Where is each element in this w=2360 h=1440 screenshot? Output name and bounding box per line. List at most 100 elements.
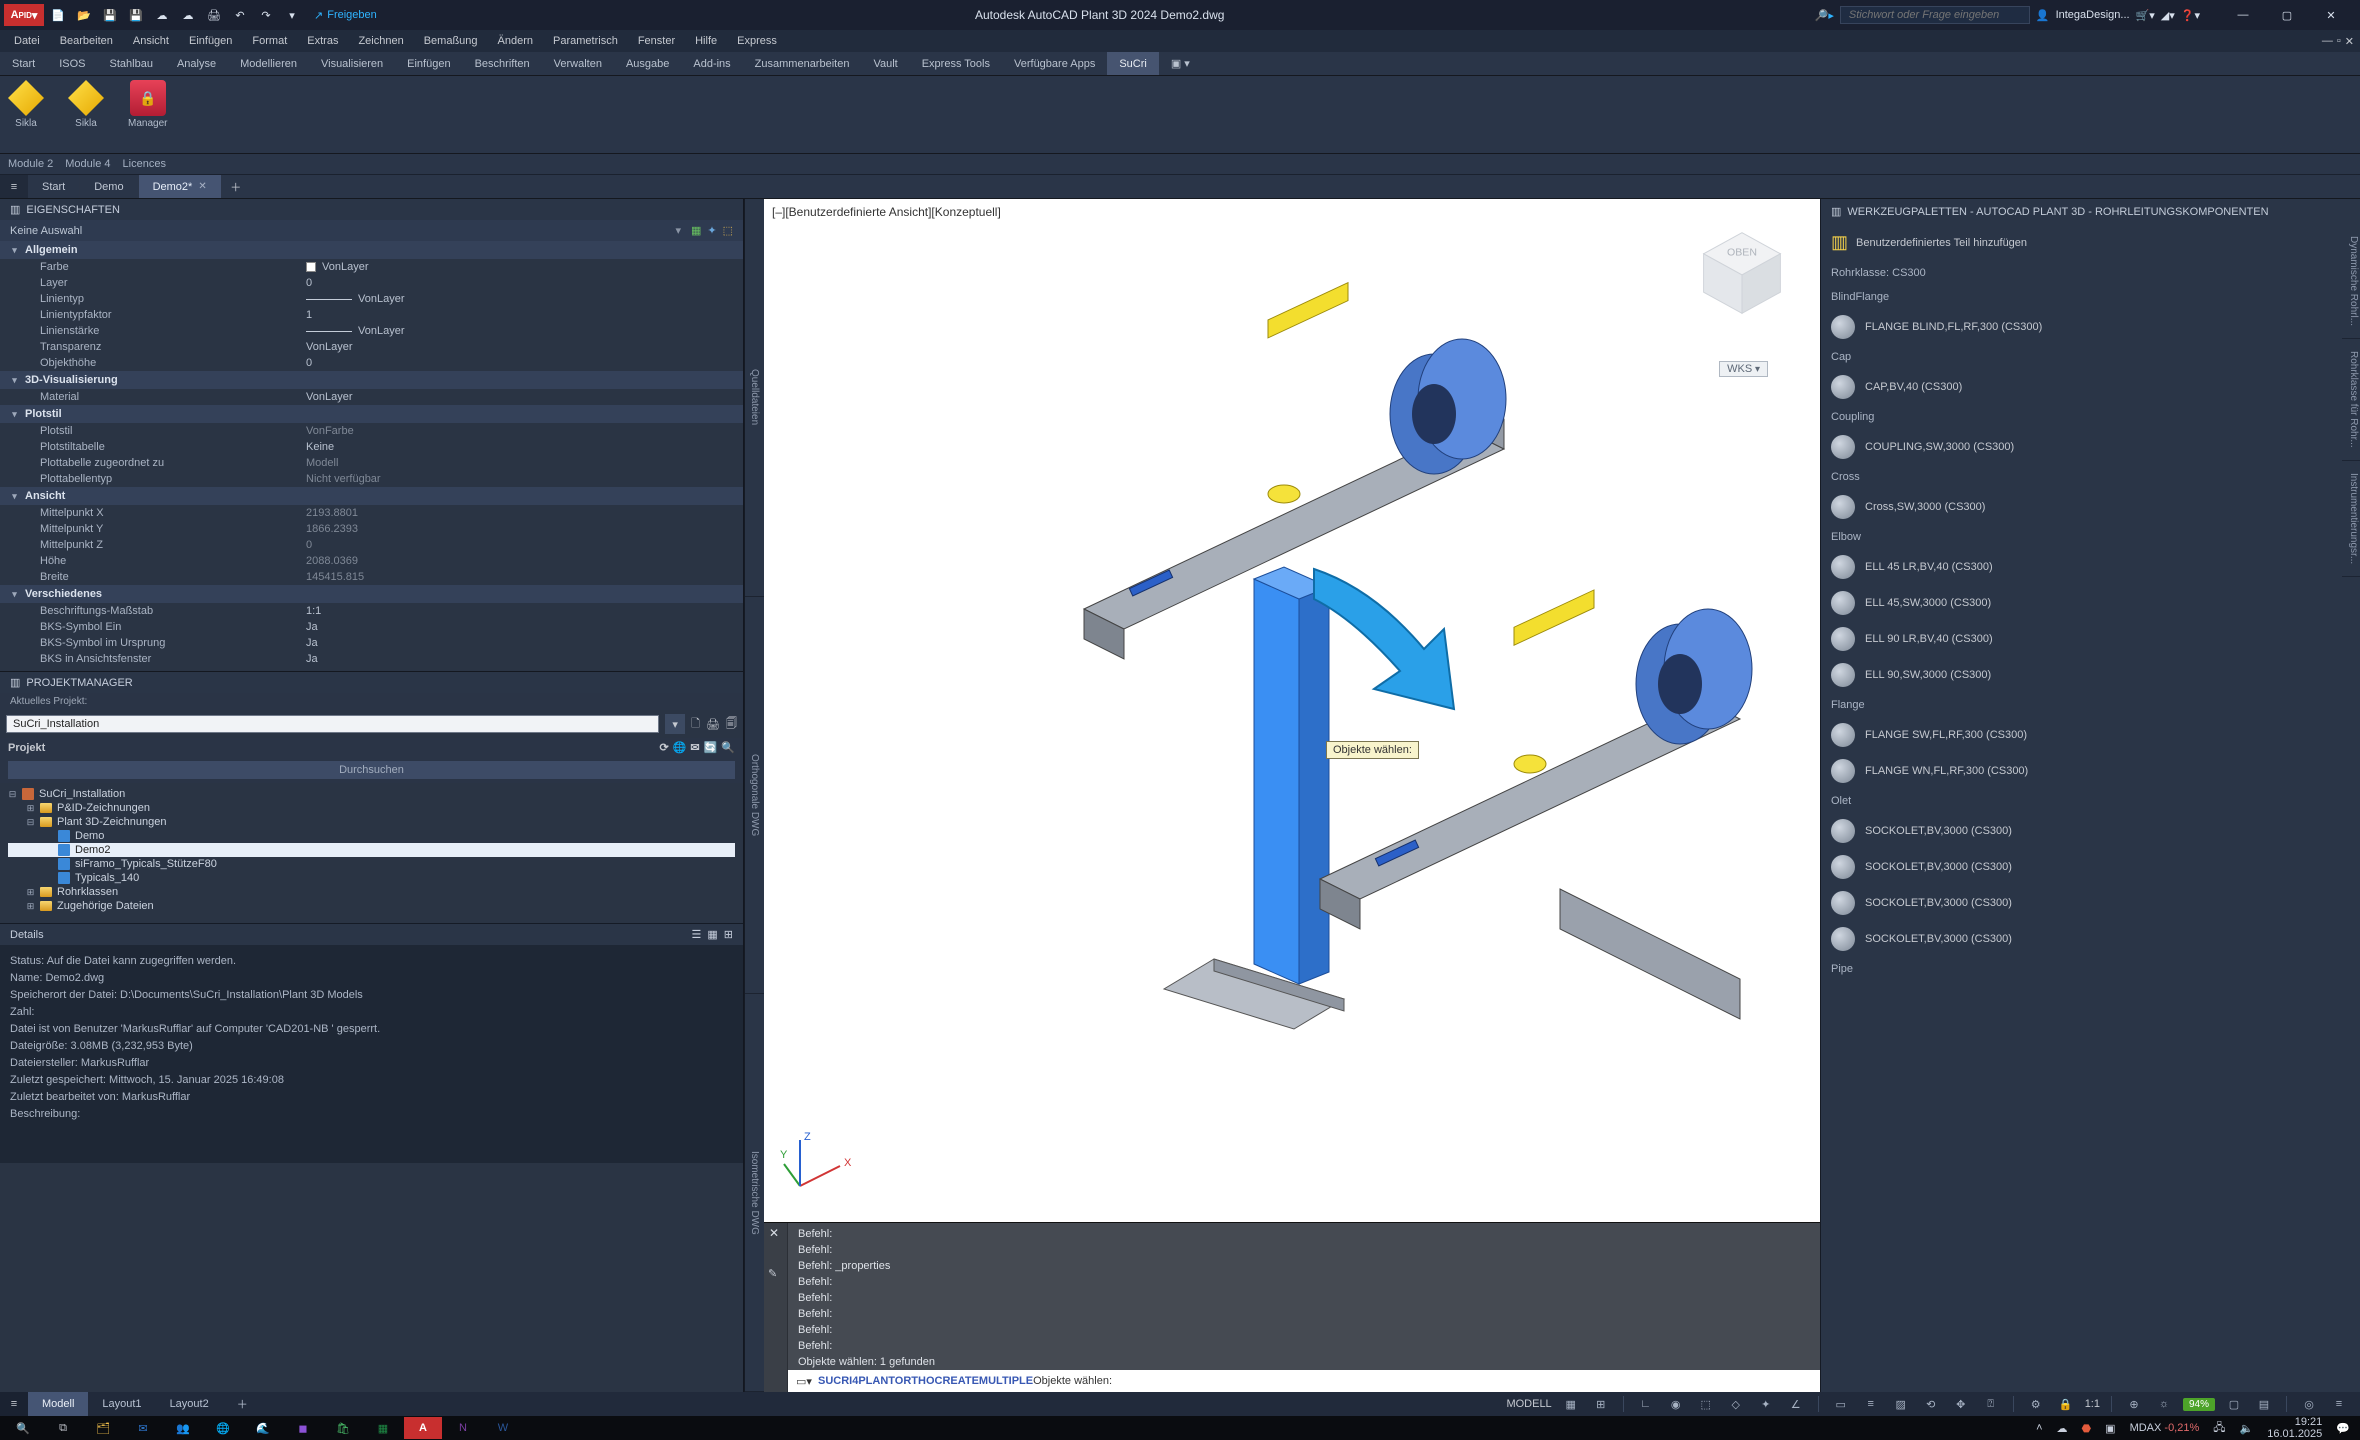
hardware-icon[interactable]: ☼: [2153, 1394, 2175, 1414]
minimize-button[interactable]: —: [2222, 1, 2264, 29]
cloud-open-icon[interactable]: ☁: [150, 4, 174, 26]
file-tab-demo[interactable]: Demo: [80, 175, 138, 198]
module-2[interactable]: Module 2: [8, 158, 53, 170]
ortho-icon[interactable]: ∟: [1635, 1394, 1657, 1414]
menu-fenster[interactable]: Fenster: [628, 32, 685, 50]
prop-value[interactable]: VonLayer: [300, 293, 743, 305]
ribbon-item-manager[interactable]: 🔒 Manager: [128, 80, 167, 149]
pm-refresh-icon[interactable]: ⟳: [659, 741, 668, 754]
cloud-save-icon[interactable]: ☁: [176, 4, 200, 26]
pick-icon[interactable]: ⬚: [723, 224, 733, 237]
new-file-tab[interactable]: ＋: [222, 175, 250, 198]
prop-category[interactable]: ▾Ansicht: [0, 487, 743, 505]
prop-value[interactable]: Nicht verfügbar: [300, 473, 743, 485]
tray-clock[interactable]: 19:21 16.01.2025: [2267, 1416, 2322, 1440]
osnap-icon[interactable]: ◇: [1725, 1394, 1747, 1414]
ribbon-tab-ausgabe[interactable]: Ausgabe: [614, 52, 681, 75]
prop-value[interactable]: VonLayer: [300, 261, 743, 273]
add-user-part[interactable]: ▥ Benutzerdefiniertes Teil hinzufügen: [1821, 224, 2340, 261]
details-grid-icon[interactable]: ⊞: [724, 928, 733, 941]
taskbar-store-icon[interactable]: 🛍: [324, 1417, 362, 1439]
annotation-icon[interactable]: ⍰: [1980, 1394, 2002, 1414]
prop-value[interactable]: 2193.8801: [300, 507, 743, 519]
viewcube-icon[interactable]: OBEN: [1694, 225, 1790, 321]
prop-value[interactable]: 145415.815: [300, 571, 743, 583]
customize-icon[interactable]: ▤: [2253, 1394, 2275, 1414]
menu-aendern[interactable]: Ändern: [488, 32, 543, 50]
ribbon-tab-verwalten[interactable]: Verwalten: [542, 52, 614, 75]
taskbar-word-icon[interactable]: W: [484, 1417, 522, 1439]
prop-row[interactable]: Mittelpunkt Z0: [0, 537, 743, 553]
prop-value[interactable]: Ja: [300, 637, 743, 649]
menu-extras[interactable]: Extras: [297, 32, 348, 50]
palette-tab-dynamische[interactable]: Dynamische Rohrl...: [2342, 224, 2360, 339]
scale-display[interactable]: 1:1: [2085, 1398, 2100, 1410]
save-icon[interactable]: 💾: [98, 4, 122, 26]
pm-sync-icon[interactable]: 🔄: [704, 741, 718, 754]
palette-item[interactable]: SOCKOLET,BV,3000 (CS300): [1821, 849, 2340, 885]
menu-ansicht[interactable]: Ansicht: [123, 32, 179, 50]
palette-item[interactable]: ELL 90,SW,3000 (CS300): [1821, 657, 2340, 693]
taskbar-app-icon[interactable]: ◼: [284, 1417, 322, 1439]
pm-tool-icon[interactable]: 🗋: [691, 715, 700, 734]
prop-value[interactable]: 1: [300, 309, 743, 321]
layout-tab-modell[interactable]: Modell: [28, 1392, 88, 1416]
file-tab-start[interactable]: Start: [28, 175, 80, 198]
command-history[interactable]: Befehl:Befehl:Befehl: _propertiesBefehl:…: [788, 1223, 1820, 1370]
menu-datei[interactable]: Datei: [4, 32, 50, 50]
palette-item[interactable]: FLANGE WN,FL,RF,300 (CS300): [1821, 753, 2340, 789]
palette-item[interactable]: SOCKOLET,BV,3000 (CS300): [1821, 885, 2340, 921]
menu-bearbeiten[interactable]: Bearbeiten: [50, 32, 123, 50]
prop-value[interactable]: Ja: [300, 621, 743, 633]
qat-dropdown-icon[interactable]: ▾: [280, 4, 304, 26]
transparency-icon[interactable]: ▨: [1890, 1394, 1912, 1414]
undo-icon[interactable]: ↶: [228, 4, 252, 26]
prop-row[interactable]: TransparenzVonLayer: [0, 339, 743, 355]
palette-tab-rohrklasse[interactable]: Rohrklasse für Rohr...: [2342, 339, 2360, 461]
menu-zeichnen[interactable]: Zeichnen: [348, 32, 413, 50]
prop-row[interactable]: Layer0: [0, 275, 743, 291]
file-tabs-menu[interactable]: ≡: [0, 175, 28, 198]
menu-format[interactable]: Format: [242, 32, 297, 50]
ribbon-overflow-icon[interactable]: ▣ ▾: [1159, 52, 1202, 75]
close-icon[interactable]: ✕: [198, 181, 206, 192]
layout-menu[interactable]: ≡: [0, 1392, 28, 1416]
prop-row[interactable]: FarbeVonLayer: [0, 259, 743, 275]
grid-icon[interactable]: ▦: [1560, 1394, 1582, 1414]
anno-scale-icon[interactable]: 🔒: [2055, 1394, 2077, 1414]
taskbar-autocad-icon[interactable]: A: [404, 1417, 442, 1439]
prop-row[interactable]: Mittelpunkt X2193.8801: [0, 505, 743, 521]
taskbar-chrome-icon[interactable]: 🌐: [204, 1417, 242, 1439]
add-layout-tab[interactable]: ＋: [223, 1392, 262, 1416]
ribbon-tab-analyse[interactable]: Analyse: [165, 52, 228, 75]
prop-row[interactable]: LinienstärkeVonLayer: [0, 323, 743, 339]
palette-item[interactable]: Cross,SW,3000 (CS300): [1821, 489, 2340, 525]
isolate-icon[interactable]: ◎: [2298, 1394, 2320, 1414]
prop-row[interactable]: BKS in AnsichtsfensterJa: [0, 651, 743, 667]
palette-item[interactable]: ELL 90 LR,BV,40 (CS300): [1821, 621, 2340, 657]
select-icon[interactable]: ✦: [707, 224, 716, 237]
open-icon[interactable]: 📂: [72, 4, 96, 26]
ribbon-tab-sucri[interactable]: SuCri: [1107, 52, 1159, 75]
prop-value[interactable]: VonLayer: [300, 325, 743, 337]
palette-item[interactable]: FLANGE SW,FL,RF,300 (CS300): [1821, 717, 2340, 753]
prop-row[interactable]: Beschriftungs-Maßstab1:1: [0, 603, 743, 619]
user-name[interactable]: IntegaDesign...: [2056, 9, 2130, 21]
prop-value[interactable]: VonLayer: [300, 391, 743, 403]
ribbon-tab-add-ins[interactable]: Add-ins: [681, 52, 742, 75]
mdi-restore[interactable]: ▫: [2337, 35, 2341, 48]
prop-value[interactable]: 2088.0369: [300, 555, 743, 567]
palette-item[interactable]: COUPLING,SW,3000 (CS300): [1821, 429, 2340, 465]
prop-value[interactable]: 1:1: [300, 605, 743, 617]
info-icon[interactable]: ❓▾: [2181, 9, 2200, 22]
tray-network-icon[interactable]: 🖧: [2213, 1419, 2225, 1438]
command-options-icon[interactable]: ✎: [768, 1267, 777, 1280]
pm-mail-icon[interactable]: ✉: [690, 741, 699, 754]
pm-tab-projekt[interactable]: Projekt: [8, 742, 45, 754]
module-4[interactable]: Module 4: [65, 158, 110, 170]
pm-print-icon[interactable]: 🖨: [706, 718, 720, 731]
saveas-icon[interactable]: 💾: [124, 4, 148, 26]
menu-parametrisch[interactable]: Parametrisch: [543, 32, 628, 50]
prop-row[interactable]: BKS-Symbol im UrsprungJa: [0, 635, 743, 651]
details-thumb-icon[interactable]: ▦: [707, 928, 717, 941]
